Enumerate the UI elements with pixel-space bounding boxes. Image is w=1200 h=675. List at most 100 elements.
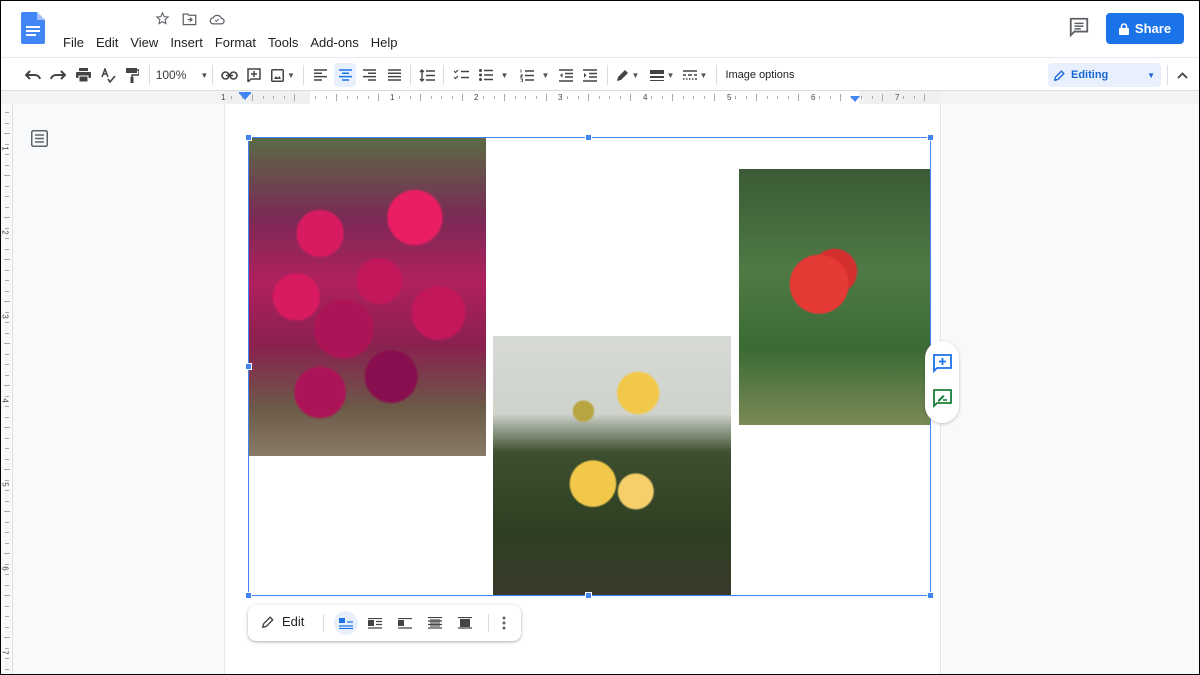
ruler-tick: [829, 96, 831, 99]
side-action-panel: [925, 341, 959, 423]
add-comment-icon: [247, 68, 261, 82]
print-button[interactable]: [73, 63, 93, 87]
left-indent-handle[interactable]: [239, 93, 251, 100]
chevron-up-icon: [1176, 71, 1188, 79]
line-spacing-button[interactable]: [417, 63, 437, 87]
horizontal-ruler[interactable]: 1 1 2 3 4 5 6 7: [1, 91, 1199, 104]
ruler-tick: [777, 96, 778, 99]
wrap-in-line-button[interactable]: [334, 611, 358, 635]
zoom-select[interactable]: 100% ▼: [156, 63, 209, 87]
left-align-button[interactable]: [310, 63, 330, 87]
undo-button[interactable]: [23, 63, 43, 87]
ruler-tick: [493, 96, 495, 99]
move-to-folder-icon[interactable]: [181, 10, 198, 27]
border-weight-button[interactable]: ▼: [648, 63, 676, 87]
ruler-label: 7: [0, 650, 10, 655]
bulleted-list-button[interactable]: ▼: [476, 63, 511, 87]
ruler-tick: [5, 269, 9, 271]
ruler-tick: [756, 94, 757, 101]
wrap-text-button[interactable]: [363, 611, 387, 635]
vertical-ruler[interactable]: 1 2 3 4 5 6 7: [0, 104, 13, 674]
ruler-tick: [5, 616, 9, 617]
toolbar: 100% ▼ ▼ ▼ ▼ ▼ ▼ ▼ Image options Editing…: [1, 57, 1199, 91]
menu-edit[interactable]: Edit: [90, 33, 124, 52]
right-indent-handle[interactable]: [850, 96, 860, 102]
editing-mode-select[interactable]: Editing ▼: [1048, 63, 1161, 87]
cloud-saved-icon[interactable]: [208, 10, 225, 27]
ruler-tick: [430, 96, 432, 99]
menu-add-ons[interactable]: Add-ons: [304, 33, 364, 52]
chevron-down-icon: ▼: [666, 70, 675, 80]
insert-link-button[interactable]: [219, 63, 239, 87]
image-options-button[interactable]: Image options: [723, 63, 797, 87]
ruler-label: 1: [0, 146, 10, 151]
spelling-grammar-button[interactable]: [98, 63, 118, 87]
menu-file[interactable]: File: [57, 33, 90, 52]
toolbar-divider: [443, 65, 444, 85]
docs-logo-icon[interactable]: [21, 12, 45, 44]
resize-handle-top-left[interactable]: [245, 134, 252, 141]
comment-history-icon[interactable]: [1068, 16, 1090, 38]
wrap-text-icon: [368, 617, 382, 629]
ruler-tick: [5, 143, 9, 145]
resize-handle-bottom-right[interactable]: [927, 592, 934, 599]
border-dash-button[interactable]: ▼: [681, 63, 709, 87]
numbered-list-button[interactable]: ▼: [517, 63, 552, 87]
toolbar-divider: [410, 65, 411, 85]
checklist-button[interactable]: [451, 63, 471, 87]
ruler-tick: [588, 94, 589, 101]
document-outline-icon[interactable]: [31, 130, 48, 147]
ruler-tick: [5, 374, 9, 376]
chevron-down-icon: ▼: [200, 70, 209, 80]
in-front-of-text-button[interactable]: [453, 611, 477, 635]
ruler-tick: [441, 96, 442, 99]
ruler-tick: [4, 301, 10, 302]
paint-format-button[interactable]: [122, 63, 142, 87]
edit-image-button[interactable]: Edit: [262, 614, 304, 629]
behind-text-button[interactable]: [423, 611, 447, 635]
increase-indent-button[interactable]: [580, 63, 600, 87]
ruler-tick: [325, 96, 327, 99]
menu-insert[interactable]: Insert: [164, 33, 209, 52]
menu-view[interactable]: View: [124, 33, 164, 52]
redo-button[interactable]: [48, 63, 68, 87]
ruler-tick: [5, 112, 9, 113]
ruler-tick: [5, 563, 9, 565]
chevron-down-icon: ▼: [1147, 70, 1155, 80]
hide-menus-button[interactable]: [1173, 63, 1191, 87]
align-right-icon: [362, 69, 376, 81]
ruler-tick: [5, 647, 9, 649]
toolbar-divider: [303, 65, 304, 85]
ruler-tick: [5, 574, 9, 575]
add-comment-button[interactable]: [244, 63, 264, 87]
resize-handle-bottom[interactable]: [585, 592, 592, 599]
suggest-edits-icon[interactable]: [933, 389, 952, 408]
star-icon[interactable]: [154, 10, 171, 27]
insert-image-button[interactable]: ▼: [268, 63, 298, 87]
resize-handle-top[interactable]: [585, 134, 592, 141]
resize-handle-left[interactable]: [245, 363, 252, 370]
ruler-tick: [5, 406, 9, 407]
menu-tools[interactable]: Tools: [262, 33, 304, 52]
ruler-tick: [5, 416, 9, 418]
share-button[interactable]: Share: [1106, 13, 1184, 44]
ruler-label: 6: [811, 93, 816, 102]
right-align-button[interactable]: [359, 63, 379, 87]
border-color-button[interactable]: ▼: [614, 63, 642, 87]
resize-handle-bottom-left[interactable]: [245, 592, 252, 599]
ruler-tick: [262, 96, 264, 99]
center-align-button[interactable]: [334, 63, 356, 87]
ruler-tick: [336, 94, 337, 101]
resize-handle-top-right[interactable]: [927, 134, 934, 141]
break-text-button[interactable]: [393, 611, 417, 635]
menu-help[interactable]: Help: [365, 33, 404, 52]
menu-format[interactable]: Format: [209, 33, 262, 52]
add-comment-icon[interactable]: [933, 354, 952, 373]
decrease-indent-button[interactable]: [556, 63, 576, 87]
ruler-tick: [5, 626, 9, 628]
justify-button[interactable]: [384, 63, 404, 87]
ruler-tick: [283, 96, 285, 99]
chevron-down-icon: ▼: [541, 70, 550, 80]
chevron-down-icon: ▼: [500, 70, 509, 80]
more-options-button[interactable]: [498, 614, 510, 632]
